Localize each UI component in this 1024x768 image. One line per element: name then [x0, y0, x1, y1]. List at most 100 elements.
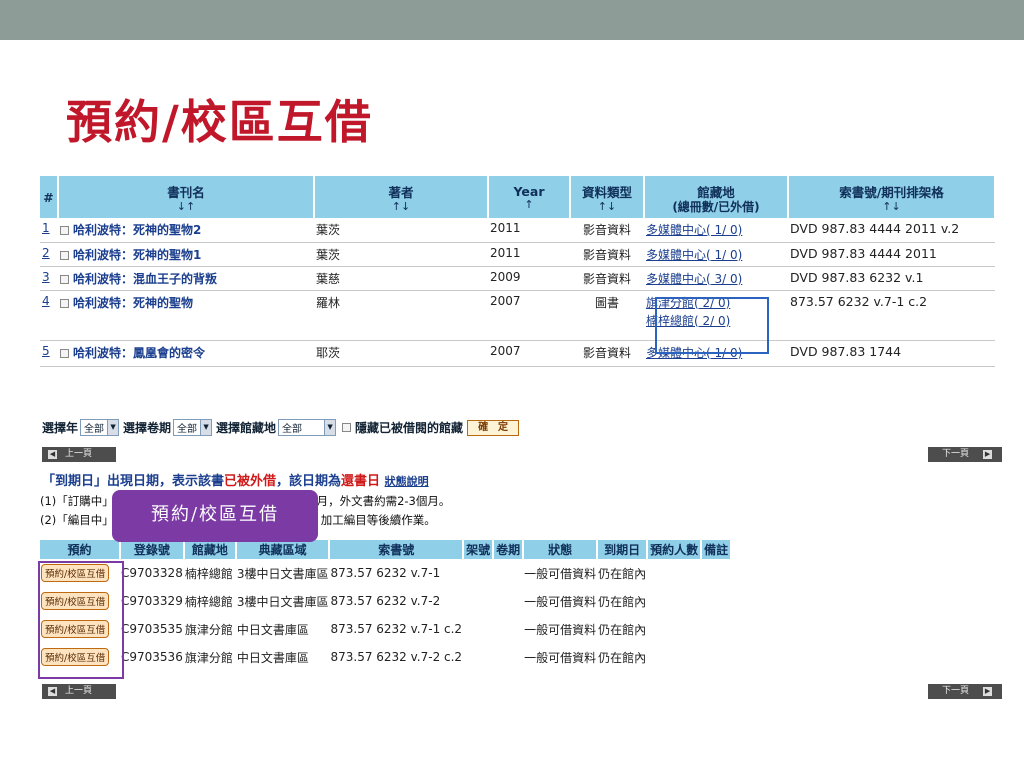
- holding-due: 仍在館內: [598, 622, 647, 637]
- result-number-link[interactable]: 4: [42, 294, 50, 308]
- location-link[interactable]: 多媒體中心( 1/ 0): [646, 221, 786, 239]
- holdings-col-callno: 索書號: [329, 540, 465, 559]
- callout-label: 預約/校區互借: [112, 490, 318, 542]
- next-page-button[interactable]: 下一頁 ▶: [928, 447, 1002, 462]
- status-help-link[interactable]: 狀態說明: [385, 475, 429, 488]
- result-year: 2007: [488, 340, 570, 367]
- holding-area: 中日文書庫區: [236, 622, 309, 637]
- holding-due: 仍在館內: [598, 650, 647, 665]
- result-number-link[interactable]: 5: [42, 344, 50, 358]
- result-callno: DVD 987.83 4444 2011: [788, 242, 995, 267]
- holdings-col-location: 館藏地: [183, 540, 237, 559]
- col-header-num: #: [40, 176, 59, 218]
- select-checkbox[interactable]: [60, 250, 69, 260]
- year-select[interactable]: 全部 ▼: [80, 419, 120, 436]
- select-checkbox[interactable]: [60, 298, 69, 308]
- select-checkbox[interactable]: [60, 348, 69, 358]
- select-checkbox[interactable]: [60, 274, 69, 284]
- holdings-col-volume: 卷期: [493, 540, 525, 559]
- holding-location: 旗津分館: [184, 650, 233, 665]
- result-title-link[interactable]: 哈利波特：死神的聖物1: [73, 248, 201, 262]
- result-title-cell: 哈利波特：死神的聖物1: [58, 242, 314, 267]
- result-number-link[interactable]: 3: [42, 270, 50, 284]
- confirm-button[interactable]: 確 定: [467, 419, 520, 436]
- col-header-year[interactable]: Year ↑: [488, 176, 571, 218]
- holdings-table: 預約 登錄號 館藏地 典藏區域 索書號 架號 卷期 狀態 到期日 預約人數 備註…: [40, 540, 733, 671]
- volume-filter-label: 選擇卷期: [123, 421, 172, 435]
- holding-holds: [647, 587, 701, 615]
- result-callno: 873.57 6232 v.7-1 c.2: [788, 290, 995, 341]
- prev-page-button[interactable]: ◀ 上一頁: [42, 447, 116, 462]
- location-highlight-box: [655, 297, 769, 354]
- dropdown-arrow-icon: ▼: [324, 420, 336, 435]
- result-year: 2011: [488, 218, 570, 243]
- holding-row: 預約/校區互借 C9703535 旗津分館 中日文書庫區 873.57 6232 v.7…: [40, 615, 731, 643]
- next-page-button-bottom[interactable]: 下一頁 ▶: [928, 684, 1002, 699]
- result-title-link[interactable]: 哈利波特：死神的聖物2: [73, 223, 201, 237]
- result-author: 葉茨: [314, 218, 488, 243]
- holdings-col-holds: 預約人數: [647, 540, 703, 559]
- holding-row: 預約/校區互借 C9703328 楠梓總館 3樓中日文書庫區 873.57 6232 v…: [40, 559, 731, 587]
- holdings-col-area: 典藏區域: [235, 540, 331, 559]
- result-number-link[interactable]: 1: [42, 221, 50, 235]
- holdings-col-barcode: 登錄號: [120, 540, 185, 559]
- holding-barcode: C9703329: [121, 594, 183, 608]
- col-header-callno[interactable]: 索書號/期刊排架格 ↑↓: [788, 176, 996, 218]
- holding-callno: 873.57 6232 v.7-2 c.2: [330, 650, 463, 664]
- dropdown-arrow-icon: ▼: [200, 420, 212, 435]
- prev-page-button-bottom[interactable]: ◀ 上一頁: [42, 684, 116, 699]
- result-number: 5: [40, 340, 58, 367]
- holding-holds: [647, 643, 701, 671]
- holding-volume: [493, 587, 523, 615]
- result-author: 耶茨: [314, 340, 488, 367]
- holding-status: 一般可借資料: [524, 650, 597, 665]
- holding-barcode: C9703328: [121, 566, 183, 580]
- col-header-author[interactable]: 著者 ↑↓: [314, 176, 489, 218]
- hide-borrowed-label: 隱藏已被借閱的館藏: [355, 421, 464, 435]
- result-number-link[interactable]: 2: [42, 246, 50, 260]
- sort-arrows[interactable]: ↑: [489, 198, 569, 211]
- result-type: 影音資料: [570, 218, 644, 243]
- result-callno: DVD 987.83 1744: [788, 340, 995, 367]
- left-arrow-icon: ◀: [48, 450, 57, 459]
- sort-arrows[interactable]: ↑↓: [315, 200, 487, 213]
- holding-callno: 873.57 6232 v.7-1 c.2: [330, 622, 463, 636]
- holding-area: 3樓中日文書庫區: [236, 566, 329, 581]
- holding-shelf: [463, 615, 493, 643]
- result-title-link[interactable]: 哈利波特：混血王子的背叛: [73, 272, 217, 286]
- col-header-location: 館藏地 (總冊數/已外借): [644, 176, 789, 218]
- holdings-col-note: 備註: [701, 540, 733, 559]
- result-type: 影音資料: [570, 242, 644, 267]
- location-select[interactable]: 全部 ▼: [278, 419, 337, 436]
- location-link[interactable]: 多媒體中心( 3/ 0): [646, 270, 786, 288]
- holding-shelf: [463, 587, 493, 615]
- sort-arrows[interactable]: ↑↓: [789, 200, 994, 213]
- select-checkbox[interactable]: [60, 226, 69, 235]
- result-title-link[interactable]: 哈利波特：死神的聖物: [73, 296, 193, 310]
- year-filter-label: 選擇年: [42, 421, 79, 435]
- location-link[interactable]: 多媒體中心( 1/ 0): [646, 246, 786, 264]
- col-header-title[interactable]: 書刊名 ↓↑: [58, 176, 315, 218]
- result-title-link[interactable]: 哈利波特：鳳凰會的密令: [73, 346, 205, 360]
- volume-select[interactable]: 全部 ▼: [173, 419, 213, 436]
- result-title-cell: 哈利波特：鳳凰會的密令: [58, 340, 314, 367]
- result-row: 4 哈利波特：死神的聖物 羅林 2007 圖書 旗津分館( 2/ 0) 楠梓總館( 2/ 0…: [40, 290, 995, 341]
- search-results-table: # 書刊名 ↓↑ 著者 ↑↓ Year ↑ 資料類型 ↑↓ 館藏地 (總冊數/已外借) 索…: [40, 176, 996, 367]
- holding-holds: [647, 615, 701, 643]
- sort-arrows[interactable]: ↓↑: [59, 200, 313, 213]
- holding-note: [701, 615, 731, 643]
- holding-volume: [493, 559, 523, 587]
- holding-due: 仍在館內: [598, 566, 647, 581]
- holding-volume: [493, 643, 523, 671]
- result-author: 葉慈: [314, 266, 488, 291]
- result-locations: 多媒體中心( 1/ 0): [644, 242, 788, 267]
- result-year: 2007: [488, 290, 570, 341]
- col-header-type[interactable]: 資料類型 ↑↓: [570, 176, 645, 218]
- result-row: 1 哈利波特：死神的聖物2 葉茨 2011 影音資料 多媒體中心( 1/ 0) DVD 98…: [40, 218, 995, 243]
- sort-arrows[interactable]: ↑↓: [571, 200, 643, 213]
- holding-note: [701, 559, 731, 587]
- holding-volume: [493, 615, 523, 643]
- hide-borrowed-checkbox[interactable]: [342, 423, 352, 432]
- result-number: 2: [40, 242, 58, 267]
- holdings-header-row: 預約 登錄號 館藏地 典藏區域 索書號 架號 卷期 狀態 到期日 預約人數 備註: [40, 540, 733, 559]
